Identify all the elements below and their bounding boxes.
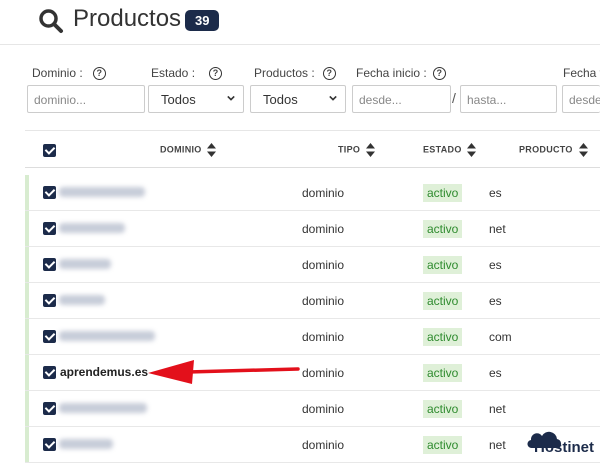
table-row[interactable]: dominio activo es	[25, 175, 600, 211]
row-accent	[25, 355, 29, 390]
sort-icon	[467, 143, 477, 157]
products-filter-label: Productos :?	[254, 66, 336, 81]
table-header: DOMINIO TIPO ESTADO PRODUCTO	[25, 130, 600, 168]
cell-type: dominio	[302, 330, 345, 344]
status-badge: activo	[423, 436, 463, 454]
cell-product: com	[489, 330, 512, 344]
sort-icon	[578, 143, 588, 157]
row-checkbox[interactable]	[43, 402, 56, 415]
row-accent	[25, 175, 29, 210]
cell-product: es	[489, 186, 502, 200]
sort-icon	[207, 143, 217, 157]
domain-redacted	[59, 439, 113, 449]
page-title: Productos	[73, 5, 182, 32]
table-row[interactable]: dominio activo net	[25, 391, 600, 427]
cell-type: dominio	[302, 402, 345, 416]
domain-redacted	[59, 295, 105, 305]
domain-search-input[interactable]: dominio...	[27, 85, 145, 113]
cell-type: dominio	[302, 186, 345, 200]
row-checkbox[interactable]	[43, 366, 56, 379]
sort-icon	[366, 143, 376, 157]
cell-product: es	[489, 366, 502, 380]
cell-type: dominio	[302, 438, 345, 452]
domain-redacted	[59, 223, 125, 233]
logo-text: Hostinet	[534, 439, 594, 453]
row-checkbox[interactable]	[43, 186, 56, 199]
start-date-to-input[interactable]: hasta...	[460, 85, 557, 113]
domain-redacted	[59, 331, 155, 341]
cell-type: dominio	[302, 366, 345, 380]
filters-bar: Dominio :? Estado :? Productos :? Fecha …	[0, 60, 600, 120]
cell-product: net	[489, 438, 506, 452]
status-badge: activo	[423, 256, 463, 274]
status-badge: activo	[423, 292, 463, 310]
row-checkbox[interactable]	[43, 330, 56, 343]
row-accent	[25, 247, 29, 282]
cell-type: dominio	[302, 294, 345, 308]
row-accent	[25, 211, 29, 246]
status-badge: activo	[423, 400, 463, 418]
column-header-product[interactable]: PRODUCTO	[519, 143, 588, 157]
row-checkbox[interactable]	[43, 258, 56, 271]
table-row[interactable]: dominio activo es	[25, 283, 600, 319]
help-icon[interactable]: ?	[92, 67, 106, 81]
help-icon[interactable]: ?	[322, 67, 336, 81]
table-row[interactable]: dominio activo com	[25, 319, 600, 355]
date-range-separator: /	[452, 90, 456, 106]
row-checkbox[interactable]	[43, 438, 56, 451]
table-row[interactable]: dominio activo es	[25, 247, 600, 283]
cell-product: es	[489, 258, 502, 272]
cell-type: dominio	[302, 258, 345, 272]
domain-link[interactable]: aprendemus.es	[60, 365, 148, 379]
state-select[interactable]: Todos	[148, 85, 244, 113]
status-badge: activo	[423, 364, 463, 382]
select-all-checkbox[interactable]	[43, 144, 56, 157]
cell-product: es	[489, 294, 502, 308]
table-row[interactable]: dominio activo net	[25, 427, 600, 463]
products-select[interactable]: Todos	[250, 85, 346, 113]
domain-redacted	[59, 403, 147, 413]
row-accent	[25, 427, 29, 462]
count-badge: 39	[185, 10, 220, 31]
start-date-from-input[interactable]: desde...	[352, 85, 451, 113]
row-checkbox[interactable]	[43, 294, 56, 307]
chevron-down-icon	[227, 95, 235, 101]
column-header-state[interactable]: ESTADO	[423, 143, 477, 157]
cell-product: net	[489, 402, 506, 416]
search-icon	[39, 9, 63, 33]
status-badge: activo	[423, 220, 463, 238]
start-date-filter-label: Fecha inicio :?	[356, 66, 446, 81]
domain-redacted	[59, 259, 111, 269]
cell-type: dominio	[302, 222, 345, 236]
help-icon[interactable]: ?	[209, 67, 223, 81]
help-icon[interactable]: ?	[432, 67, 446, 81]
column-header-type[interactable]: TIPO	[338, 143, 376, 157]
products-table-body: dominio activo es dominio activo net dom…	[25, 175, 600, 463]
cell-product: net	[489, 222, 506, 236]
end-date-from-input[interactable]: desde	[562, 85, 600, 113]
annotation-arrow-icon	[148, 360, 300, 384]
row-accent	[25, 391, 29, 426]
column-header-domain[interactable]: DOMINIO	[160, 143, 217, 157]
hostinet-logo: Hostinet	[527, 431, 594, 453]
row-checkbox[interactable]	[43, 222, 56, 235]
table-row[interactable]: dominio activo net	[25, 211, 600, 247]
domain-redacted	[59, 187, 145, 197]
row-accent	[25, 283, 29, 318]
row-accent	[25, 319, 29, 354]
status-badge: activo	[423, 328, 463, 346]
table-row[interactable]: aprendemus.es dominio activo es	[25, 355, 600, 391]
state-filter-label: Estado :?	[151, 66, 223, 81]
domain-filter-label: Dominio :?	[32, 66, 106, 81]
page-header: Productos 39	[0, 0, 600, 45]
end-date-filter-label: Fecha fi	[563, 66, 600, 80]
chevron-down-icon	[329, 95, 337, 101]
status-badge: activo	[423, 184, 463, 202]
